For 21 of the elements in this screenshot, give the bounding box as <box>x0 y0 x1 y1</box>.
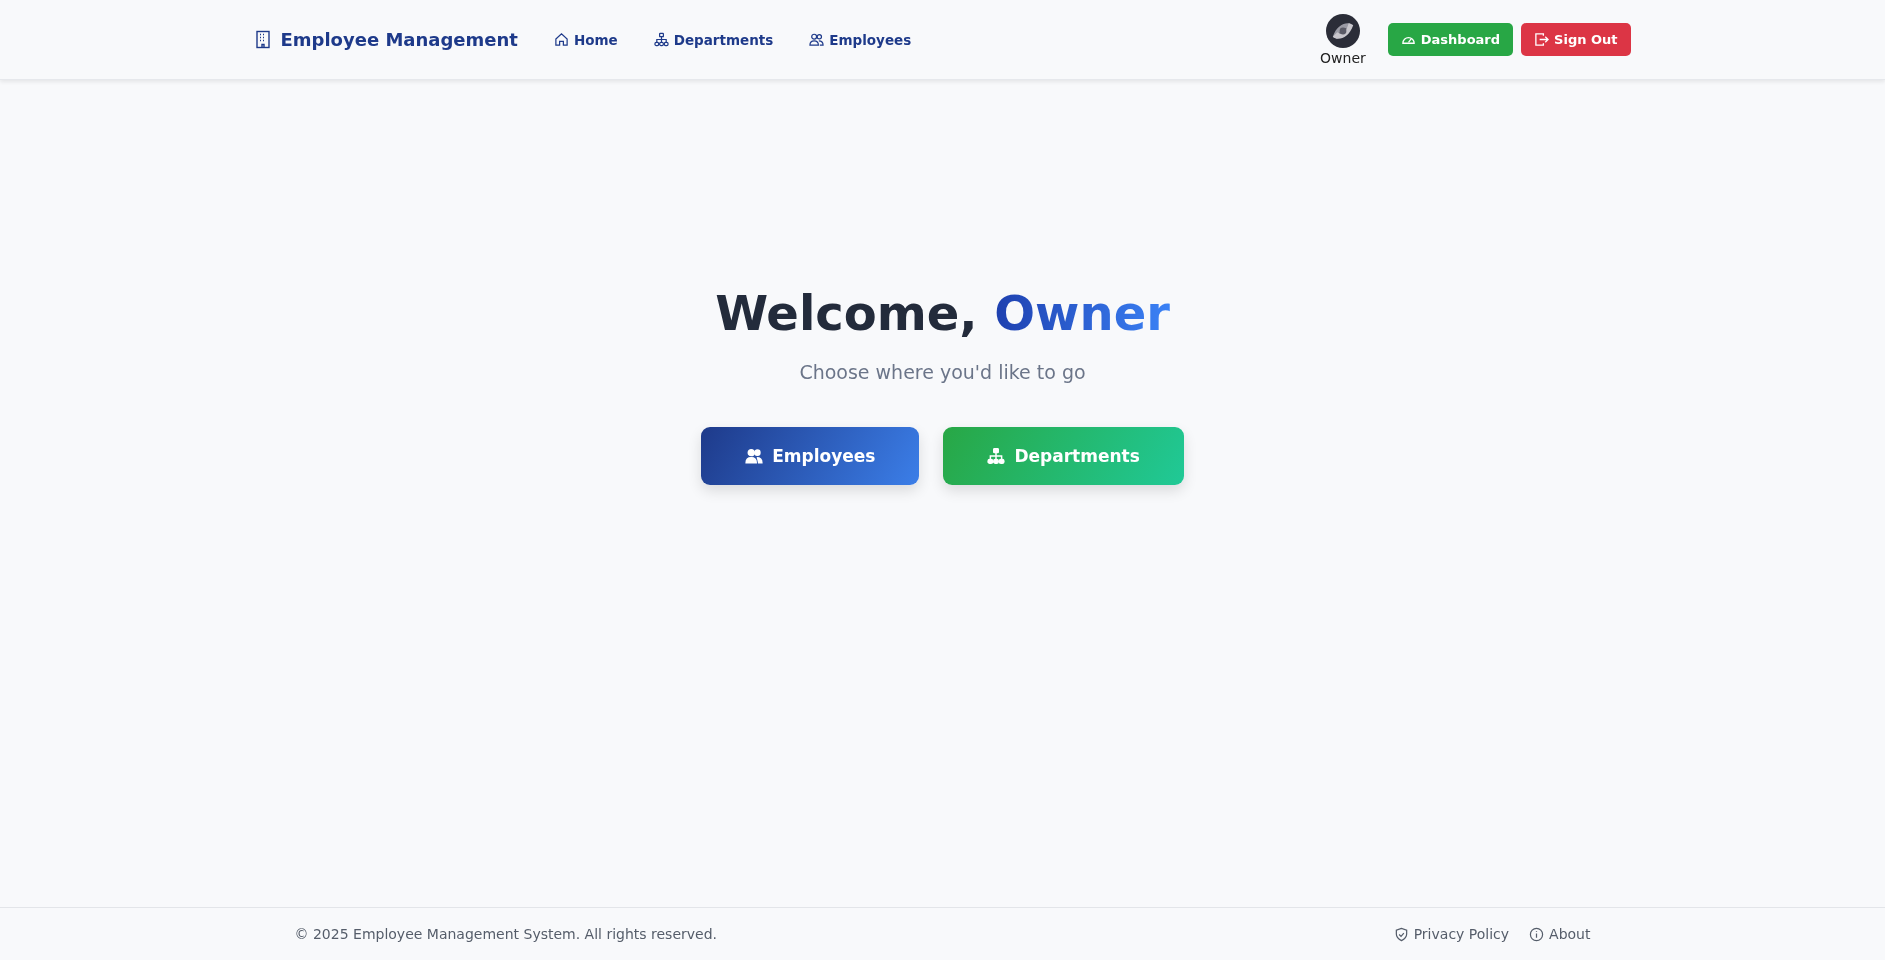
employees-button[interactable]: Employees <box>701 426 920 485</box>
footer-link[interactable]: Privacy Policy <box>1393 926 1510 942</box>
sitemap-icon <box>653 32 669 47</box>
shield-icon <box>1393 926 1409 942</box>
info-icon <box>1529 926 1545 942</box>
nav-link[interactable]: Employees <box>809 31 912 48</box>
sitemap-icon <box>987 446 1006 465</box>
copyright-text: © 2025 Employee Management System. All rights reserved. <box>294 926 717 942</box>
exit-icon <box>1534 32 1550 47</box>
nav-link[interactable]: Home <box>553 31 618 48</box>
welcome-heading: Welcome, Owner <box>715 285 1170 343</box>
building-icon <box>254 30 271 49</box>
nav-link[interactable]: Departments <box>653 31 774 48</box>
people-icon <box>809 32 825 47</box>
sign-out-button[interactable]: Sign Out <box>1521 23 1631 56</box>
subtitle: Choose where you'd like to go <box>799 360 1086 383</box>
user-name: Owner <box>1320 49 1366 66</box>
home-icon <box>553 32 569 47</box>
footer-link[interactable]: About <box>1529 926 1591 942</box>
brand-title[interactable]: Employee Management <box>280 29 518 50</box>
people-icon <box>745 446 764 465</box>
